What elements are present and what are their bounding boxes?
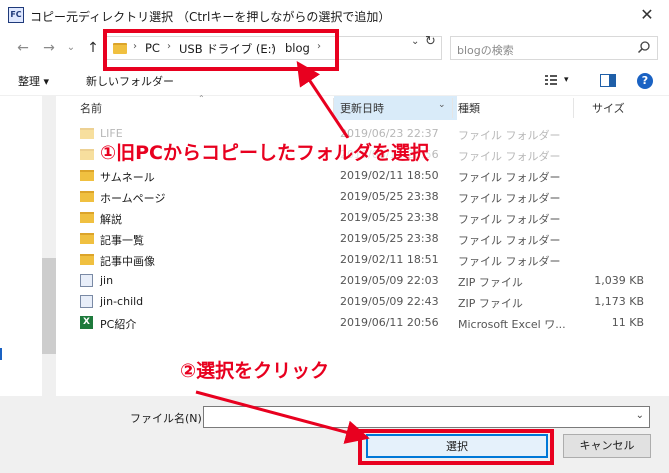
dialog-footer: ファイル名(N): ⌄ 選択 キャンセル [0, 396, 669, 473]
file-date: 2019/02/11 18:50 [340, 169, 439, 182]
folder-icon [80, 128, 94, 139]
file-type: ファイル フォルダー [458, 129, 561, 142]
search-icon [637, 41, 650, 54]
new-folder-button[interactable]: 新しいフォルダー [86, 73, 174, 89]
cancel-button[interactable]: キャンセル [563, 434, 651, 458]
file-type: ファイル フォルダー [458, 171, 561, 184]
column-header-size[interactable]: サイズ [592, 100, 625, 116]
file-name: 解説 [100, 213, 122, 226]
address-dropdown-icon[interactable]: ⌄ [411, 36, 419, 47]
file-date: 2019/05/25 23:38 [340, 232, 439, 245]
file-type: ZIP ファイル [458, 276, 523, 289]
annotation-step2: ②選択をクリック [180, 360, 330, 382]
file-date: 2019/05/09 22:03 [340, 274, 439, 287]
search-input[interactable]: blogの検索 [450, 36, 658, 60]
select-button-highlight-box [358, 429, 554, 465]
file-row[interactable]: 記事一覧 2019/05/25 23:38 ファイル フォルダー [58, 228, 669, 249]
help-icon[interactable]: ? [637, 73, 653, 89]
file-type: ZIP ファイル [458, 297, 523, 310]
file-type: ファイル フォルダー [458, 213, 561, 226]
folder-icon [80, 149, 94, 160]
file-size: 11 KB [611, 316, 644, 329]
date-column-dropdown-icon[interactable]: ⌄ [438, 100, 446, 110]
file-name: サムネール [100, 171, 155, 184]
refresh-icon[interactable]: ↻ [425, 34, 436, 49]
view-dropdown-icon[interactable]: ▾ [564, 75, 569, 85]
close-icon[interactable]: ✕ [634, 4, 660, 26]
file-row[interactable]: jin 2019/05/09 22:03 ZIP ファイル 1,039 KB [58, 270, 669, 291]
column-header-name[interactable]: 名前 [80, 100, 102, 116]
column-header-date[interactable]: 更新日時 [340, 100, 384, 116]
file-row[interactable]: サムネール 2019/02/11 18:50 ファイル フォルダー [58, 165, 669, 186]
preview-pane-icon[interactable] [600, 74, 616, 87]
file-name: ホームページ [100, 192, 166, 205]
file-name: jin-child [100, 295, 144, 308]
organize-menu[interactable]: 整理 ▾ [18, 73, 49, 89]
file-type: ファイル フォルダー [458, 234, 561, 247]
sort-indicator-icon: ⌃ [198, 94, 205, 103]
file-date: 2019/05/25 23:38 [340, 190, 439, 203]
column-divider[interactable] [333, 98, 334, 118]
file-size: 1,173 KB [594, 295, 644, 308]
file-row[interactable]: 記事中画像 2019/02/11 18:51 ファイル フォルダー [58, 249, 669, 270]
back-arrow-icon[interactable]: ← [14, 38, 32, 58]
file-row[interactable]: X PC紹介 2019/06/11 20:56 Microsoft Excel ワ..… [58, 312, 669, 333]
recent-locations-dropdown-icon[interactable]: ⌄ [62, 38, 80, 58]
address-highlight-box [103, 29, 339, 71]
file-type: ファイル フォルダー [458, 150, 561, 163]
navigation-scrollbar-thumb[interactable] [42, 258, 56, 354]
file-date: 2019/02/11 18:51 [340, 253, 439, 266]
file-name: PC紹介 [100, 318, 137, 331]
title-bar: FC コピー元ディレクトリ選択 （Ctrlキーを押しながらの選択で追加） ✕ [0, 0, 669, 30]
file-name: 記事一覧 [100, 234, 144, 247]
folder-icon [80, 233, 94, 244]
file-name: jin [100, 274, 114, 287]
file-type: ファイル フォルダー [458, 192, 561, 205]
up-arrow-icon[interactable]: ↑ [84, 38, 102, 58]
file-row[interactable]: 解説 2019/05/25 23:38 ファイル フォルダー [58, 207, 669, 228]
file-date: 2019/05/25 23:38 [340, 211, 439, 224]
app-icon: FC [8, 7, 24, 23]
filename-dropdown-icon[interactable]: ⌄ [636, 410, 644, 421]
search-placeholder: blogの検索 [457, 44, 514, 57]
filename-input[interactable]: ⌄ [203, 406, 650, 428]
forward-arrow-icon[interactable]: → [40, 38, 58, 58]
file-type: ファイル フォルダー [458, 255, 561, 268]
file-date: 2019/06/11 20:56 [340, 316, 439, 329]
column-divider[interactable] [573, 98, 574, 118]
window-title: コピー元ディレクトリ選択 （Ctrlキーを押しながらの選択で追加） [30, 10, 391, 24]
column-header-type[interactable]: 種類 [458, 100, 480, 116]
annotation-step1: ①旧PCからコピーしたフォルダを選択 [98, 138, 431, 165]
file-size: 1,039 KB [594, 274, 644, 287]
file-date: 2019/05/09 22:43 [340, 295, 439, 308]
file-type: Microsoft Excel ワ... [458, 318, 566, 331]
folder-icon [80, 191, 94, 202]
filename-label: ファイル名(N): [130, 412, 206, 425]
file-name: 記事中画像 [100, 255, 155, 268]
zip-file-icon [80, 274, 93, 287]
selection-marker [0, 348, 2, 360]
folder-icon [80, 254, 94, 265]
folder-icon [80, 170, 94, 181]
view-options-icon[interactable] [544, 73, 558, 87]
column-divider[interactable] [452, 98, 453, 118]
excel-file-icon: X [80, 316, 93, 329]
file-row[interactable]: ホームページ 2019/05/25 23:38 ファイル フォルダー [58, 186, 669, 207]
folder-icon [80, 212, 94, 223]
zip-file-icon [80, 295, 93, 308]
file-row[interactable]: jin-child 2019/05/09 22:43 ZIP ファイル 1,173 K… [58, 291, 669, 312]
